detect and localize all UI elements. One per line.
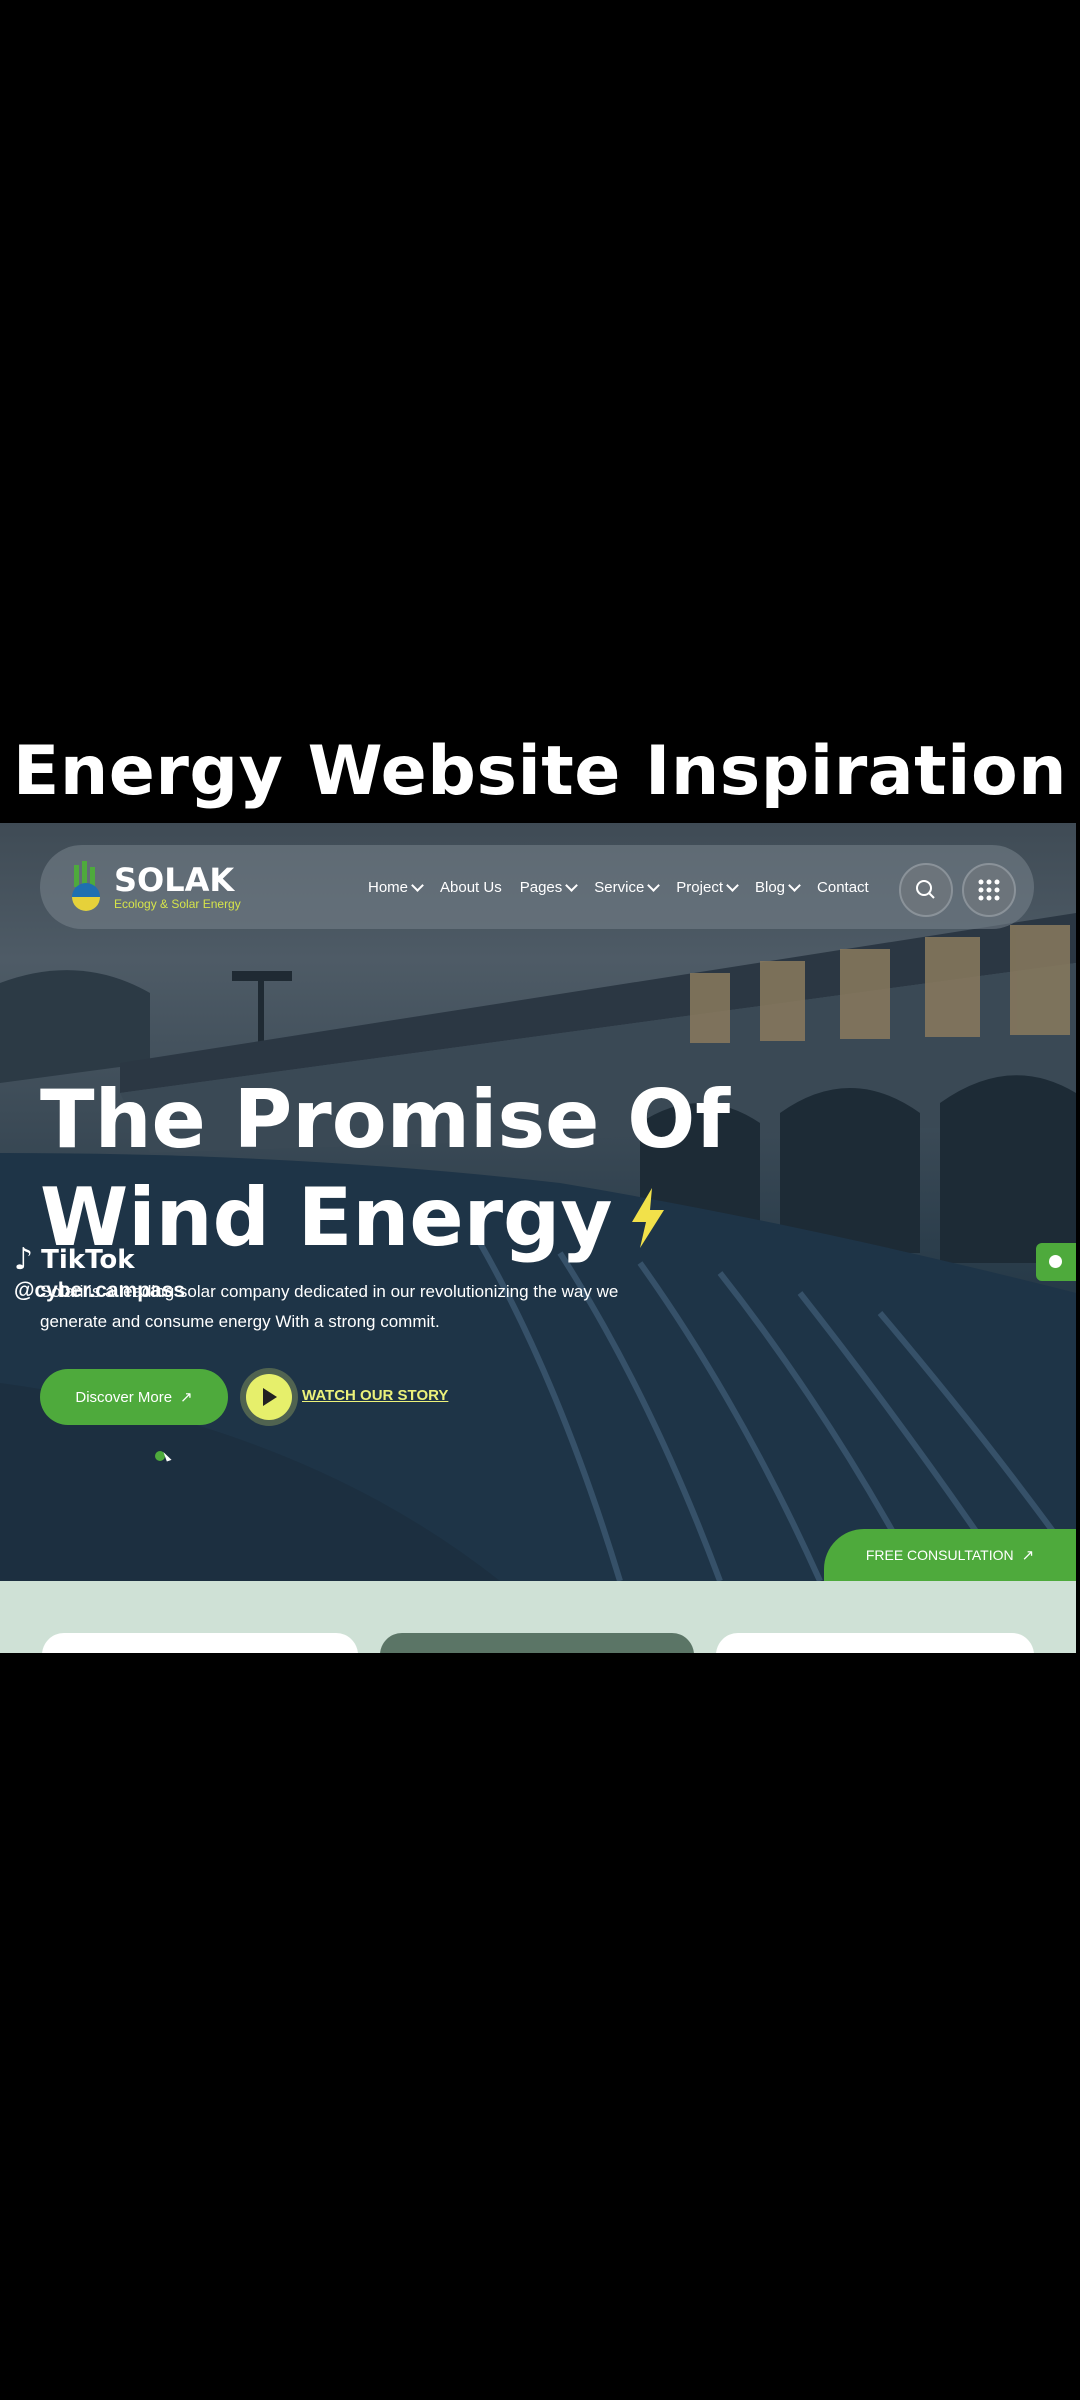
chevron-down-icon — [726, 879, 739, 892]
nav-label: Home — [368, 879, 409, 896]
nav-label: Service — [594, 879, 645, 896]
website-screenshot: SOLAK Ecology & Solar Energy Home About … — [0, 823, 1076, 1653]
play-icon[interactable] — [246, 1374, 292, 1420]
tiktok-brand: TikTok — [41, 1244, 135, 1275]
nav-label: About Us — [440, 879, 502, 896]
feature-card-active[interactable] — [380, 1633, 694, 1653]
headline-line-1: The Promise Of — [40, 1073, 730, 1166]
main-menu: Home About Us Pages Service Project Blog… — [368, 879, 887, 896]
search-icon — [916, 880, 935, 899]
hero-section: SOLAK Ecology & Solar Energy Home About … — [0, 823, 1076, 1581]
free-consultation-button[interactable]: FREE CONSULTATION ↗ — [824, 1529, 1076, 1581]
nav-label: Pages — [519, 879, 563, 896]
chevron-down-icon — [788, 879, 801, 892]
tiktok-handle: @cyber.campass — [14, 1279, 186, 1302]
nav-label: Blog — [754, 879, 786, 896]
grid-menu-icon — [978, 879, 1000, 901]
watch-our-story-link[interactable]: WATCH OUR STORY — [302, 1387, 448, 1404]
description-line-2: generate and consume energy With a stron… — [40, 1312, 440, 1331]
nav-item-service[interactable]: Service — [594, 879, 661, 896]
nav-item-contact[interactable]: Contact — [817, 879, 869, 896]
chevron-down-icon — [647, 879, 661, 892]
nav-label: Project — [676, 879, 723, 896]
nav-item-home[interactable]: Home — [368, 879, 424, 896]
discover-more-button[interactable]: Discover More ↗ — [40, 1369, 228, 1425]
chevron-down-icon — [565, 879, 579, 892]
discover-more-label: Discover More — [75, 1388, 173, 1406]
search-button[interactable] — [899, 863, 953, 917]
nav-label: Contact — [817, 879, 869, 896]
nav-item-project[interactable]: Project — [676, 879, 739, 896]
feature-card[interactable] — [716, 1633, 1034, 1653]
chevron-down-icon — [411, 879, 424, 892]
hero-headline: The Promise Of Wind Energy — [40, 1071, 730, 1267]
logo-tagline: Ecology & Solar Energy — [114, 897, 241, 911]
logo-mark-icon — [66, 859, 106, 915]
arrow-up-right-icon: ↗ — [1021, 1547, 1035, 1564]
lightning-bolt-icon — [632, 1188, 665, 1248]
tiktok-watermark: ♪ TikTok @cyber.campass — [14, 1242, 185, 1303]
arrow-up-right-icon: ↗ — [180, 1389, 193, 1406]
feature-card[interactable] — [42, 1633, 358, 1653]
nav-item-pages[interactable]: Pages — [519, 879, 579, 896]
nav-item-blog[interactable]: Blog — [754, 879, 801, 896]
free-consultation-label: FREE CONSULTATION — [865, 1547, 1014, 1563]
grid-menu-button[interactable] — [962, 863, 1016, 917]
site-logo[interactable]: SOLAK Ecology & Solar Energy — [66, 859, 241, 915]
nav-item-about-us[interactable]: About Us — [440, 879, 502, 896]
video-caption: Energy Website Inspiration — [12, 732, 1068, 811]
tiktok-logo-icon: ♪ — [14, 1242, 34, 1277]
logo-name: SOLAK — [114, 861, 235, 899]
palette-settings-tab[interactable] — [1036, 1243, 1076, 1281]
